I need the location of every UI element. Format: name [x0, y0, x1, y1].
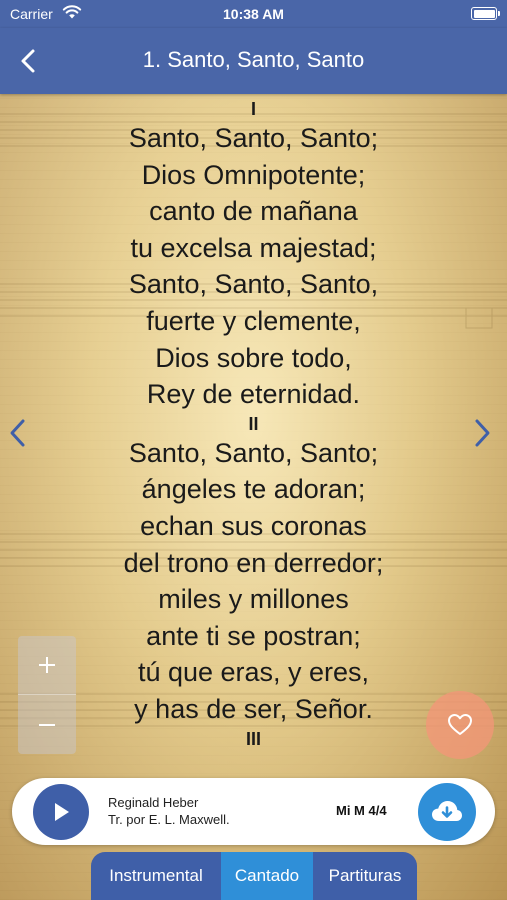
lyric-line: tú que eras, y eres,: [137, 657, 370, 688]
page-title: 1. Santo, Santo, Santo: [142, 47, 365, 72]
clock: 10:38 AM: [223, 6, 284, 22]
lyric-line: Dios Omnipotente;: [141, 159, 366, 190]
play-button[interactable]: [33, 784, 89, 840]
minus-icon: [39, 723, 55, 726]
status-bar: Carrier 10:38 AM: [0, 0, 507, 28]
zoom-in-button[interactable]: [18, 636, 76, 695]
lyric-line: Santo, Santo, Santo,: [128, 269, 379, 300]
zoom-control: [18, 636, 76, 754]
lyric-line: Dios sobre todo,: [155, 342, 352, 373]
favorite-button[interactable]: [426, 691, 494, 759]
author-label: Reginald Heber: [108, 795, 199, 810]
lyric-line: echan sus coronas: [140, 510, 367, 541]
lyric-line: fuerte y clemente,: [146, 305, 361, 336]
previous-hymn-arrow-icon[interactable]: [3, 416, 33, 450]
lyric-line: ante ti se postran;: [146, 620, 361, 651]
lyric-line: Santo, Santo, Santo;: [128, 123, 379, 153]
audio-player: Reginald Heber Tr. por E. L. Maxwell. Mi…: [12, 778, 495, 845]
lyric-line: miles y millones: [158, 584, 349, 615]
lyric-line: tu excelsa majestad;: [130, 232, 377, 263]
navigation-bar: 1. Santo, Santo, Santo: [0, 28, 507, 94]
lyric-line: Santo, Santo, Santo;: [128, 437, 379, 468]
lyric-line: ángeles te adoran;: [141, 474, 366, 505]
battery-icon: [471, 7, 500, 20]
lyric-line: canto de mañana: [149, 196, 358, 227]
stanza-number: II: [248, 413, 259, 434]
stanza-number: I: [250, 99, 256, 119]
download-button[interactable]: [418, 783, 476, 841]
heart-icon: [448, 714, 472, 735]
key-signature: Mi M 4/4: [336, 803, 387, 818]
lyric-line: Rey de eternidad.: [146, 379, 361, 410]
tab-partituras[interactable]: Partituras: [313, 852, 417, 900]
hymn-lyrics: I Santo, Santo, Santo; Dios Omnipotente;…: [0, 98, 507, 750]
mode-tabs: Instrumental Cantado Partituras: [91, 852, 417, 900]
zoom-out-button[interactable]: [18, 695, 76, 754]
tab-cantado[interactable]: Cantado: [221, 852, 313, 900]
play-icon: [55, 803, 69, 821]
tab-instrumental[interactable]: Instrumental: [91, 852, 221, 900]
translator-label: Tr. por E. L. Maxwell.: [108, 812, 230, 827]
lyric-line: del trono en derredor;: [123, 547, 384, 578]
cloud-download-icon: [432, 801, 462, 821]
plus-icon: [39, 657, 55, 673]
next-hymn-arrow-icon[interactable]: [467, 416, 497, 450]
